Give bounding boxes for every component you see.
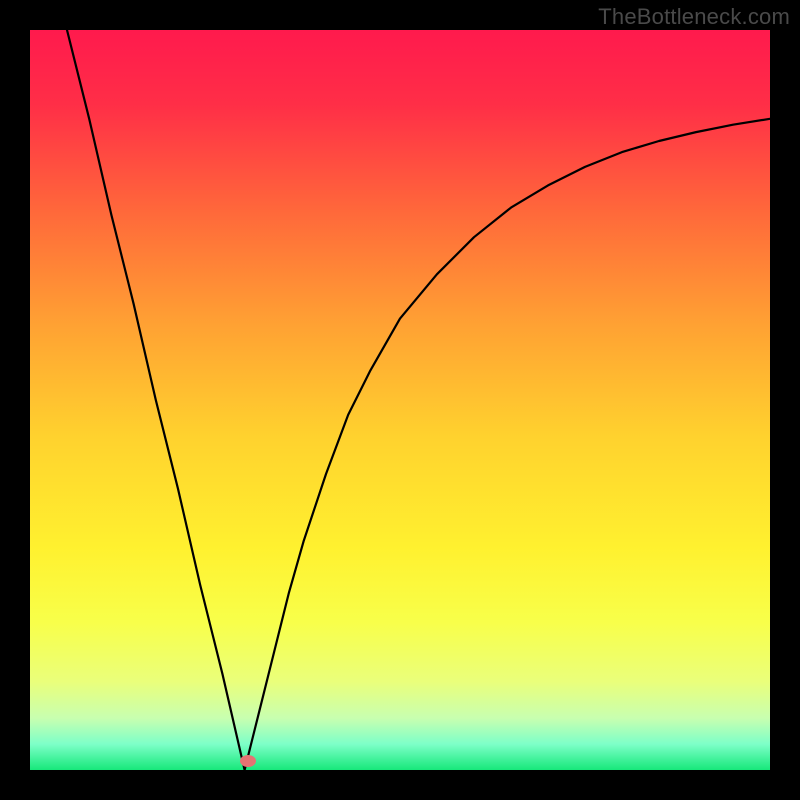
optimum-marker <box>240 755 256 767</box>
watermark-text: TheBottleneck.com <box>598 4 790 30</box>
chart-frame: TheBottleneck.com <box>0 0 800 800</box>
plot-area <box>30 30 770 770</box>
plot-svg <box>30 30 770 770</box>
